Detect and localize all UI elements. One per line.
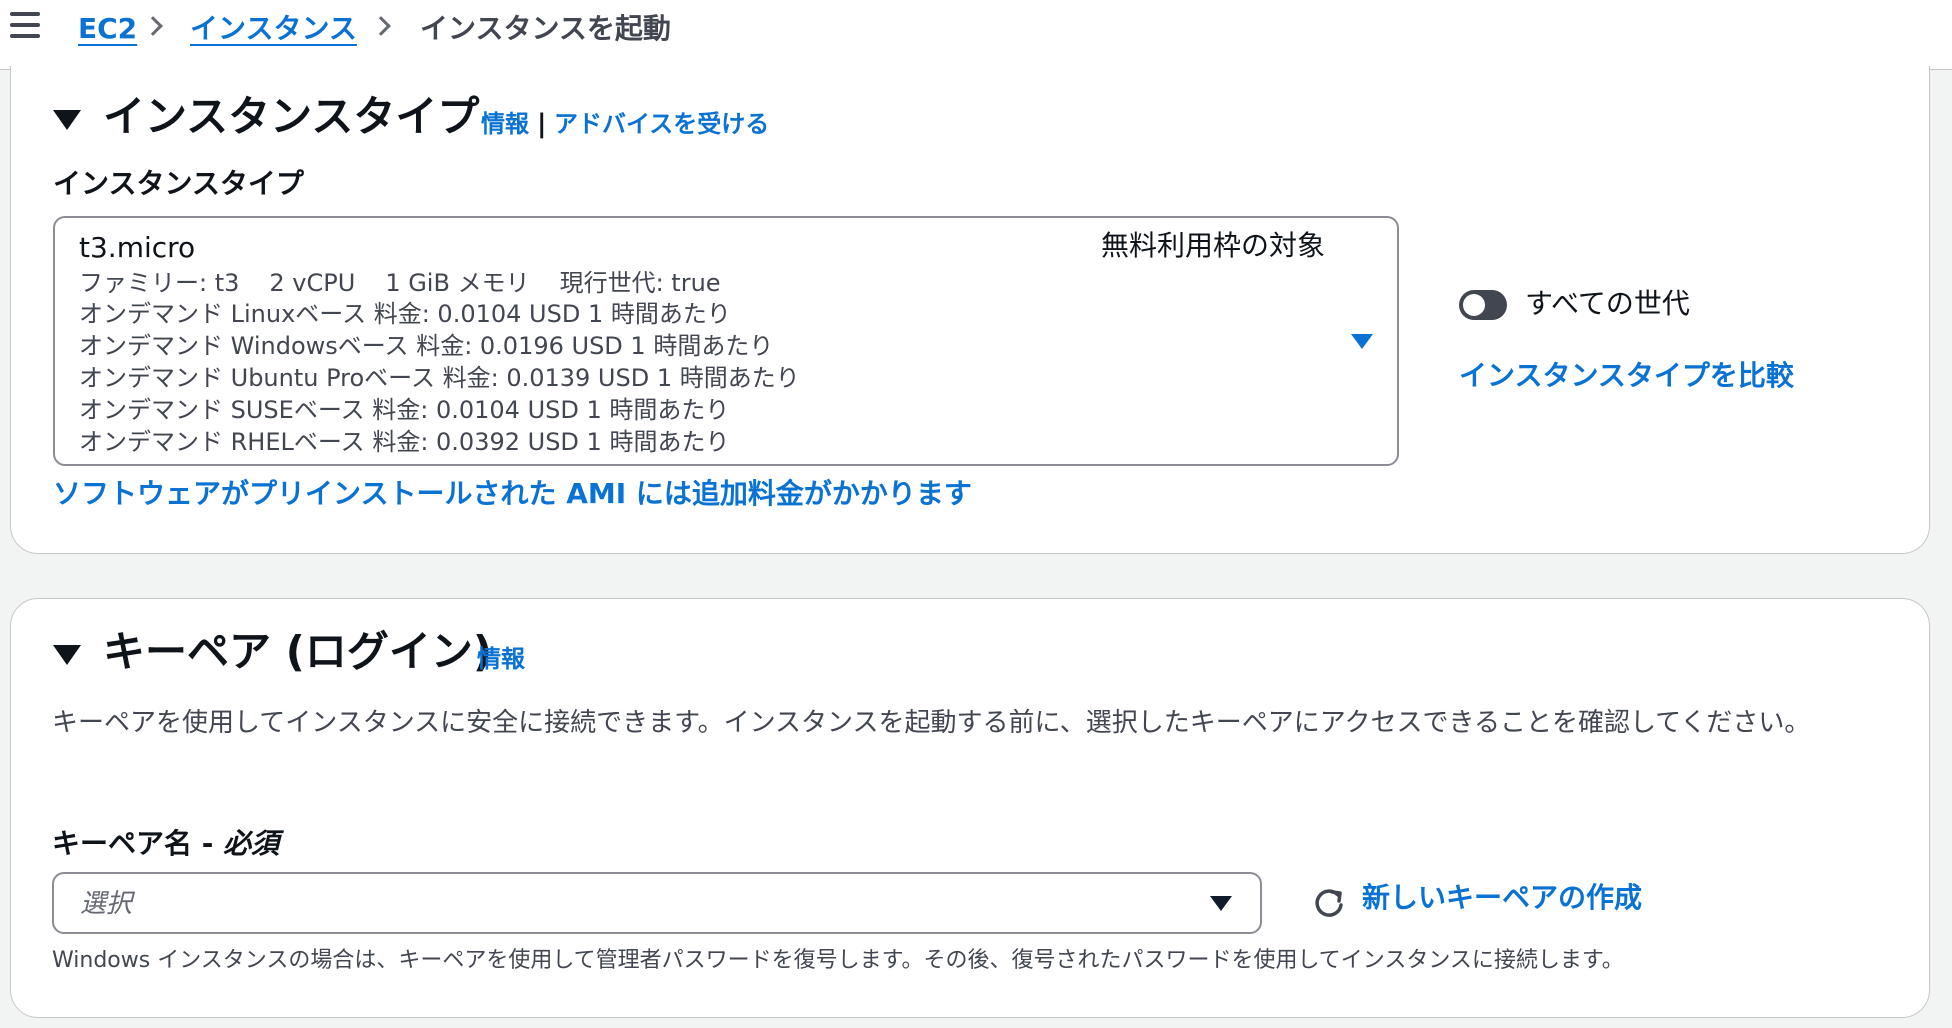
instance-type-select[interactable]: t3.micro 無料利用枠の対象 ファミリー: t3 2 vCPU 1 GiB メ… [53, 216, 1399, 466]
menu-icon[interactable] [10, 12, 40, 38]
collapse-caret-icon[interactable] [53, 645, 81, 665]
all-generations-toggle[interactable] [1459, 290, 1507, 320]
chevron-right-icon [143, 16, 163, 36]
dropdown-arrow-icon [1210, 896, 1232, 911]
price-windows: オンデマンド Windowsベース 料金: 0.0196 USD 1 時間あたり [79, 332, 774, 360]
instance-type-heading: インスタンスタイプ [103, 92, 480, 141]
key-pair-select[interactable]: 選択 [52, 872, 1262, 934]
advice-link[interactable]: アドバイスを受ける [554, 108, 769, 140]
key-pair-name-label: キーペア名 - 必須 [52, 826, 279, 862]
top-navigation-bar: EC2 インスタンス インスタンスを起動 [0, 0, 1952, 70]
key-pair-label-text: キーペア名 - [52, 827, 224, 860]
vcpu-spec: 2 vCPU [269, 269, 356, 297]
key-pair-heading: キーペア (ログイン) [103, 627, 493, 676]
windows-password-hint: Windows インスタンスの場合は、キーペアを使用して管理者パスワードを復号し… [52, 948, 1624, 973]
refresh-icon[interactable] [1312, 886, 1346, 920]
family-spec: ファミリー: t3 [79, 269, 240, 297]
price-suse: オンデマンド SUSEベース 料金: 0.0104 USD 1 時間あたり [79, 396, 730, 424]
create-key-pair-link[interactable]: 新しいキーペアの作成 [1362, 880, 1642, 916]
compare-instance-types-link[interactable]: インスタンスタイプを比較 [1459, 358, 1794, 394]
link-separator: | [537, 109, 547, 139]
breadcrumb-current: インスタンスを起動 [420, 12, 671, 45]
instance-type-specs: ファミリー: t3 2 vCPU 1 GiB メモリ 現行世代: true [79, 268, 751, 298]
instance-type-field-label: インスタンスタイプ [53, 167, 304, 200]
instance-type-panel: インスタンスタイプ 情報 | アドバイスを受ける インスタンスタイプ t3.mi… [10, 66, 1930, 554]
ami-charges-link[interactable]: ソフトウェアがプリインストールされた AMI には追加料金がかかります [53, 476, 972, 512]
price-ubuntu-pro: オンデマンド Ubuntu Proベース 料金: 0.0139 USD 1 時間… [79, 364, 800, 392]
key-pair-info-link[interactable]: 情報 [477, 643, 525, 675]
free-tier-badge: 無料利用枠の対象 [1101, 229, 1326, 262]
breadcrumb-ec2[interactable]: EC2 [78, 10, 137, 48]
price-linux: オンデマンド Linuxベース 料金: 0.0104 USD 1 時間あたり [79, 300, 731, 328]
instance-type-info-link[interactable]: 情報 [481, 108, 529, 140]
chevron-right-icon [371, 16, 391, 36]
instance-type-name: t3.micro [79, 231, 196, 264]
key-pair-description: キーペアを使用してインスタンスに安全に接続できます。インスタンスを起動する前に、… [52, 708, 1811, 738]
key-pair-select-placeholder: 選択 [80, 889, 133, 919]
required-marker: 必須 [223, 827, 280, 860]
toggle-knob [1463, 294, 1485, 316]
collapse-caret-icon[interactable] [53, 110, 81, 130]
breadcrumb-instances[interactable]: インスタンス [190, 10, 357, 48]
memory-spec: 1 GiB メモリ [385, 269, 530, 297]
dropdown-arrow-icon [1351, 334, 1373, 349]
price-rhel: オンデマンド RHELベース 料金: 0.0392 USD 1 時間あたり [79, 428, 730, 456]
all-generations-label: すべての世代 [1525, 287, 1690, 320]
current-gen-spec: 現行世代: true [559, 269, 721, 297]
